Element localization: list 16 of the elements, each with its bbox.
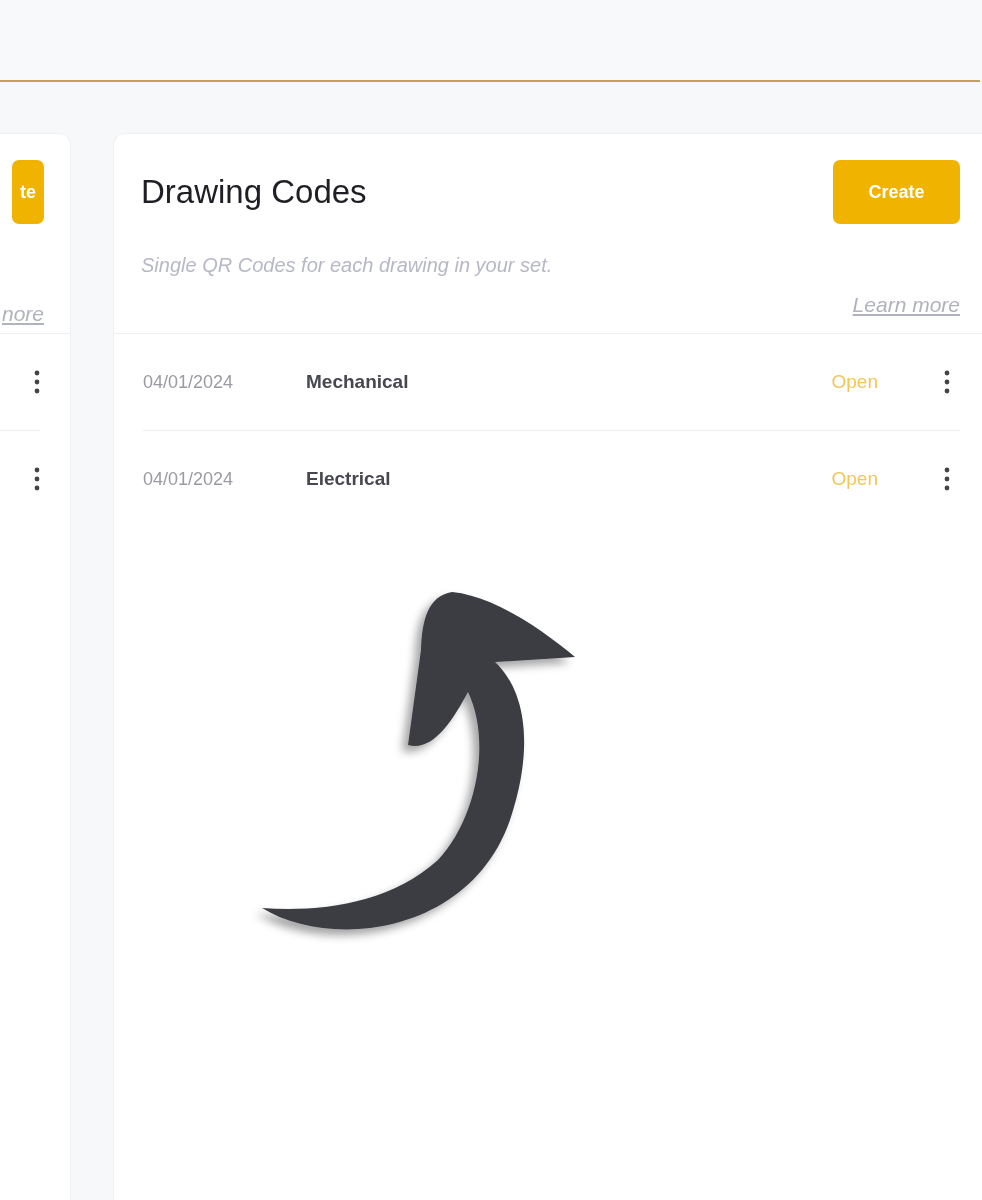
drawing-name[interactable]: Electrical bbox=[306, 468, 391, 490]
open-link[interactable]: Open bbox=[831, 468, 878, 490]
more-options-icon[interactable] bbox=[34, 370, 40, 394]
panel-title: Drawing Codes bbox=[141, 173, 367, 211]
drawing-name[interactable]: Mechanical bbox=[306, 371, 409, 393]
panel-description: Single QR Codes for each drawing in your set. bbox=[141, 254, 554, 277]
open-link[interactable]: Open bbox=[831, 371, 878, 393]
learn-more-link[interactable]: Learn more bbox=[852, 293, 960, 317]
more-options-icon[interactable] bbox=[944, 467, 950, 491]
create-button[interactable]: Create bbox=[833, 160, 960, 224]
more-options-icon[interactable] bbox=[944, 370, 950, 394]
more-options-icon[interactable] bbox=[34, 467, 40, 491]
date-text: 04/01/2024 bbox=[143, 468, 235, 490]
create-button[interactable]: te bbox=[12, 160, 44, 224]
date-text: 04/01/2024 bbox=[143, 371, 235, 393]
learn-more-link[interactable]: nore bbox=[1, 302, 44, 326]
